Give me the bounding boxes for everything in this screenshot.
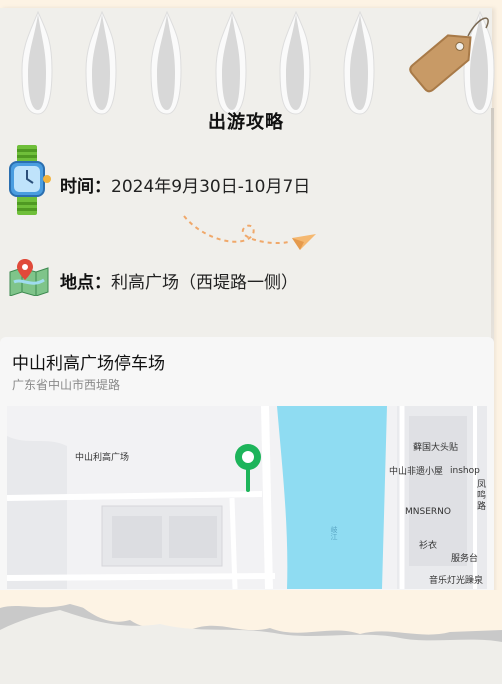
map-label-shop[interactable]: 音乐灯光躁泉 [429,573,483,586]
map-label-shop[interactable]: inshop [450,466,480,476]
map-icon [9,259,49,296]
binding-ring [215,10,247,115]
location-label: 地点： [60,273,111,293]
time-label: 时间： [60,177,111,197]
map-label-river: 岐江 [330,526,338,540]
torn-paper-edge [0,590,502,684]
binding-ring [85,10,117,115]
place-name[interactable]: 中山利高广场停车场 [12,349,165,374]
map-label-shop[interactable]: MNSERNO [405,507,451,517]
map-label-plaza[interactable]: 中山利高广场 [75,450,129,463]
map-view[interactable]: 中山利高广场 藓国大头贴 中山非遗小屋 inshop MNSERNO 衫衣 服务… [7,406,487,589]
place-address: 广东省中山市西堤路 [12,378,121,392]
location-value: 利高广场（西堤路一侧） [111,273,298,293]
price-tag-icon [409,17,489,93]
paper-plane-icon [183,215,316,250]
location-row: 地点：利高广场（西堤路一侧） [60,268,298,293]
map-label-road: 凤鸣路 [477,480,487,512]
watch-icon [9,145,51,215]
map-base [7,406,487,589]
binding-ring [150,10,182,115]
map-label-shop[interactable]: 中山非遗小屋 [389,464,443,477]
binding-ring [343,10,375,115]
page-title: 出游攻略 [208,112,284,133]
binding-ring [21,10,53,115]
location-pin-icon [235,444,261,492]
binding-ring [279,10,311,115]
time-row: 时间：2024年9月30日-10月7日 [60,172,310,197]
map-label-shop[interactable]: 衫衣 [419,538,437,551]
time-value: 2024年9月30日-10月7日 [111,177,311,197]
map-label-shop[interactable]: 服务台 [451,551,478,564]
map-label-shop[interactable]: 藓国大头贴 [413,440,458,453]
